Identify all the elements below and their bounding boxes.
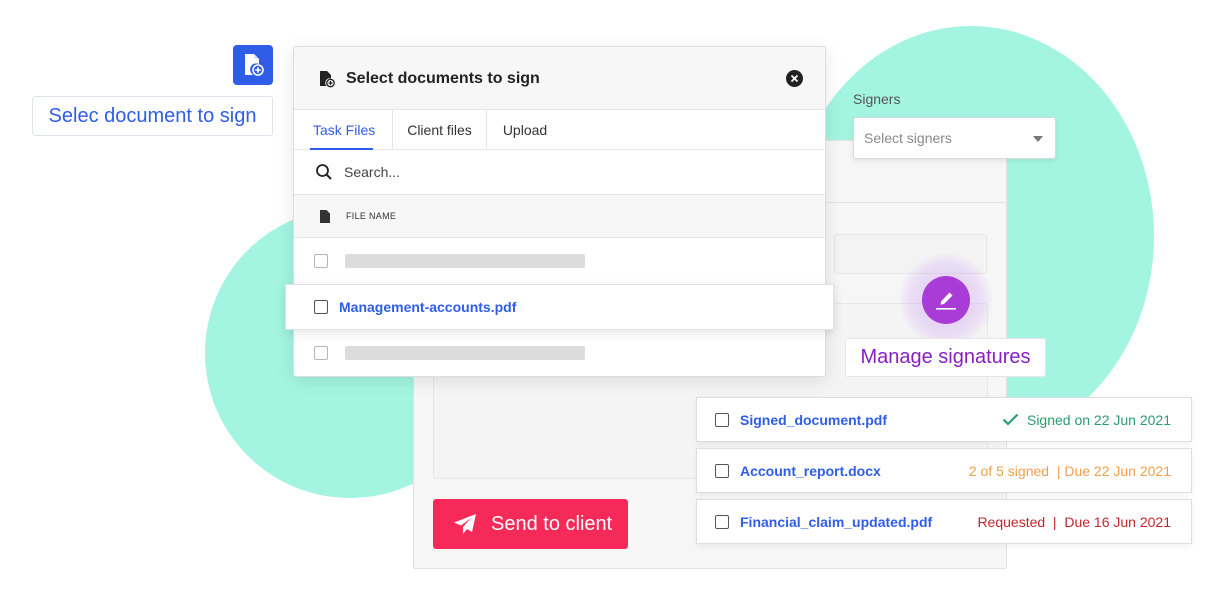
signers-select[interactable]: Select signers xyxy=(853,117,1056,159)
file-plus-icon xyxy=(245,54,264,76)
skeleton-placeholder xyxy=(345,346,585,360)
file-name-link[interactable]: Management-accounts.pdf xyxy=(339,299,516,315)
file-status: Requested | Due 16 Jun 2021 xyxy=(977,514,1171,530)
file-checkbox[interactable] xyxy=(715,514,729,529)
file-plus-icon xyxy=(320,71,335,88)
file-checkbox[interactable] xyxy=(715,412,729,427)
close-button[interactable] xyxy=(786,70,803,87)
modal-header: Select documents to sign xyxy=(294,47,825,110)
manage-signatures-label[interactable]: Manage signatures xyxy=(845,338,1046,377)
file-status-card: Signed_document.pdf Signed on 22 Jun 202… xyxy=(696,397,1192,442)
table-row xyxy=(294,238,825,284)
paper-plane-icon xyxy=(454,514,476,534)
pen-signature-icon xyxy=(936,292,956,310)
row-checkbox[interactable] xyxy=(314,300,328,314)
file-status: Signed on 22 Jun 2021 xyxy=(1002,412,1171,428)
file-status-text: Requested | Due 16 Jun 2021 xyxy=(977,513,1171,530)
row-checkbox[interactable] xyxy=(314,346,328,360)
close-icon xyxy=(790,74,799,83)
table-row xyxy=(294,330,825,376)
modal-title: Select documents to sign xyxy=(346,70,540,87)
tab-task-files[interactable]: Task Files xyxy=(294,110,393,150)
search-icon xyxy=(316,164,332,180)
file-status: 2 of 5 signed | Due 22 Jun 2021 xyxy=(969,463,1171,479)
skeleton-placeholder xyxy=(345,254,585,268)
tab-upload[interactable]: Upload xyxy=(487,110,563,150)
send-to-client-button[interactable]: Send to client xyxy=(433,499,628,549)
chevron-down-icon xyxy=(1033,136,1043,142)
signers-label: Signers xyxy=(853,91,901,107)
check-icon xyxy=(1002,413,1019,426)
send-to-client-label: Send to client xyxy=(491,512,613,535)
table-row-highlighted[interactable]: Management-accounts.pdf xyxy=(285,284,834,330)
tab-client-files[interactable]: Client files xyxy=(393,110,487,150)
file-status-card: Financial_claim_updated.pdf Requested | … xyxy=(696,499,1192,544)
file-status-card: Account_report.docx 2 of 5 signed | Due … xyxy=(696,448,1192,493)
file-status-text: 2 of 5 signed | Due 22 Jun 2021 xyxy=(968,462,1171,479)
file-checkbox[interactable] xyxy=(715,463,729,478)
table-header: FILE NAME xyxy=(294,195,825,238)
search-bar xyxy=(294,150,825,195)
file-icon xyxy=(320,209,330,223)
select-document-icon-button[interactable] xyxy=(233,45,273,85)
file-name-link[interactable]: Signed_document.pdf xyxy=(740,412,887,428)
search-input[interactable] xyxy=(344,164,764,180)
file-name-link[interactable]: Financial_claim_updated.pdf xyxy=(740,514,932,530)
file-status-text: Signed on 22 Jun 2021 xyxy=(1026,411,1171,428)
select-document-callout: Selec document to sign xyxy=(32,96,273,136)
manage-signatures-button[interactable] xyxy=(922,276,970,324)
file-name-link[interactable]: Account_report.docx xyxy=(740,463,881,479)
modal-tabs: Task Files Client files Upload xyxy=(294,110,825,150)
row-checkbox[interactable] xyxy=(314,254,328,268)
column-header-file-name: FILE NAME xyxy=(346,211,397,221)
signers-select-value: Select signers xyxy=(864,130,952,146)
